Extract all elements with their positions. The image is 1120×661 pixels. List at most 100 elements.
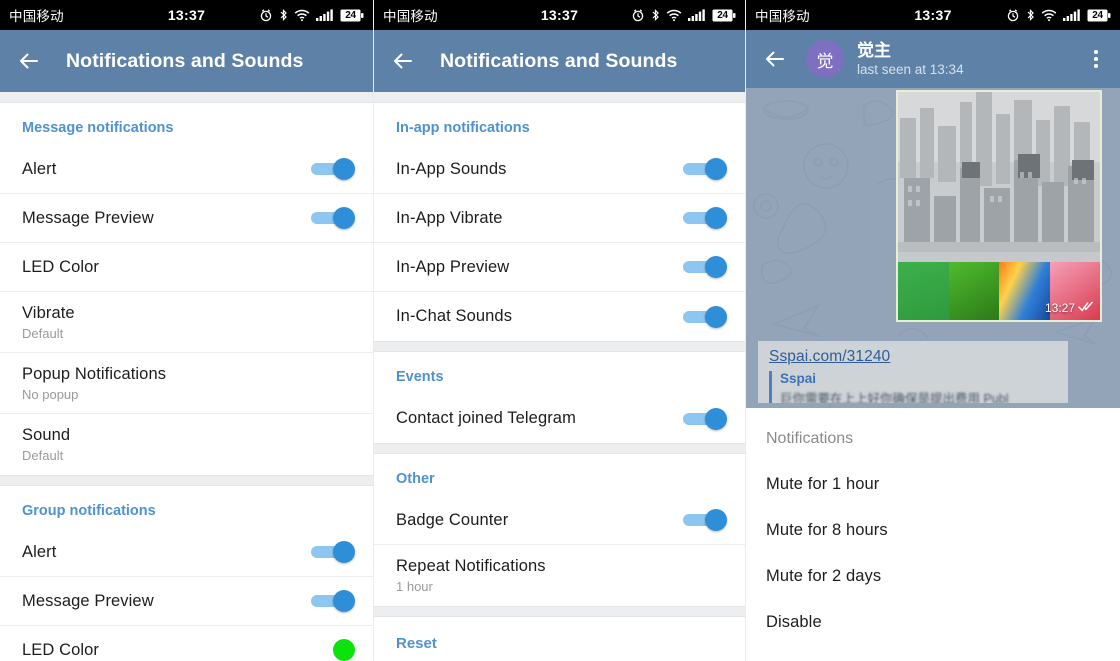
row-label: Message Preview (22, 591, 154, 610)
row-in-app-vibrate[interactable]: In-App Vibrate (374, 194, 745, 243)
back-arrow-icon[interactable] (760, 44, 790, 74)
toggle-contact-joined[interactable] (683, 407, 727, 430)
section-header-events: Events (396, 369, 444, 385)
panel-notifications-settings-1: 中国移动 13:37 24 Notifications and Sounds M (0, 0, 373, 661)
chat-message-area: 13:27 Sspai.com/31240 Sspai 巨你需要在上上好你确保是… (746, 88, 1120, 408)
battery-level: 24 (717, 9, 728, 21)
settings-list-2: In-app notifications In-App Sounds In-Ap… (374, 92, 745, 652)
alarm-icon (259, 8, 273, 22)
row-label: In-App Preview (396, 257, 510, 276)
toggle-in-chat-sounds[interactable] (683, 305, 727, 328)
battery-icon: 24 (712, 9, 736, 22)
section-header-group-notifications: Group notifications (22, 503, 156, 519)
menu-item-disable[interactable]: Disable (766, 586, 1100, 632)
row-label: LED Color (22, 257, 100, 276)
chat-status: last seen at 13:34 (857, 61, 964, 77)
status-icons: 24 (1006, 8, 1111, 22)
menu-item-mute-1-hour[interactable]: Mute for 1 hour (766, 448, 1100, 494)
row-in-app-sounds[interactable]: In-App Sounds (374, 145, 745, 194)
page-title: Notifications and Sounds (66, 49, 304, 72)
status-icons: 24 (631, 8, 736, 22)
alarm-icon (1006, 8, 1020, 22)
page-title: Notifications and Sounds (440, 49, 678, 72)
row-sound[interactable]: Sound Default (0, 414, 373, 475)
menu-item-mute-8-hours[interactable]: Mute for 8 hours (766, 494, 1100, 540)
list-gap (374, 341, 745, 352)
row-badge-counter[interactable]: Badge Counter (374, 496, 745, 545)
row-value: Default (22, 448, 64, 463)
chat-header-titles[interactable]: 觉主 last seen at 13:34 (857, 41, 964, 78)
back-arrow-icon[interactable] (14, 46, 44, 76)
row-in-app-preview[interactable]: In-App Preview (374, 243, 745, 292)
carrier-label: 中国移动 (9, 9, 64, 24)
toggle-in-app-sounds[interactable] (683, 158, 727, 180)
app-bar-1: Notifications and Sounds (0, 30, 373, 92)
link-preview-body: Sspai 巨你需要在上上好你确保是提出费用 Publ (769, 371, 1058, 403)
row-group-alert[interactable]: Alert (0, 528, 373, 577)
menu-item-mute-2-days[interactable]: Mute for 2 days (766, 540, 1100, 586)
panel-chat-with-mute-menu: 中国移动 13:37 24 觉 觉主 last seen at 13:34 13… (746, 0, 1120, 661)
status-icons: 24 (259, 8, 364, 22)
list-gap (374, 443, 745, 454)
toggle-in-app-vibrate[interactable] (683, 207, 727, 229)
list-gap (0, 92, 373, 103)
row-label: Alert (22, 159, 57, 178)
sheet-title: Notifications (766, 430, 854, 447)
toggle-in-app-preview[interactable] (683, 256, 727, 278)
row-group-led-color[interactable]: LED Color (0, 626, 373, 661)
toggle-badge-counter[interactable] (683, 509, 727, 531)
avatar[interactable]: 觉 (806, 40, 844, 78)
panel-notifications-settings-2: 中国移动 13:37 24 Notifications and Sounds I (373, 0, 746, 661)
link-preview-bubble[interactable]: Sspai.com/31240 Sspai 巨你需要在上上好你确保是提出费用 P… (758, 341, 1068, 403)
toggle-message-preview[interactable] (311, 207, 355, 229)
bluetooth-icon (1026, 8, 1035, 22)
section-header-other: Other (396, 471, 435, 487)
row-contact-joined-telegram[interactable]: Contact joined Telegram (374, 394, 745, 443)
overflow-menu-icon[interactable] (1086, 44, 1110, 74)
signal-icon (1063, 8, 1081, 22)
link-description: 巨你需要在上上好你确保是提出费用 Publ (780, 392, 1009, 403)
toggle-group-message-preview[interactable] (311, 590, 355, 612)
row-group-message-preview[interactable]: Message Preview (0, 577, 373, 626)
row-message-preview[interactable]: Message Preview (0, 194, 373, 243)
settings-list-1: Message notifications Alert Message Prev… (0, 92, 373, 661)
toggle-group-alert[interactable] (311, 541, 355, 563)
section-header-message-notifications: Message notifications (22, 120, 174, 136)
row-alert[interactable]: Alert (0, 145, 373, 194)
led-color-swatch[interactable] (333, 639, 355, 661)
battery-level: 24 (345, 9, 356, 21)
list-gap (374, 92, 745, 103)
signal-icon (688, 8, 706, 22)
row-popup-notifications[interactable]: Popup Notifications No popup (0, 353, 373, 414)
row-label: Badge Counter (396, 510, 509, 529)
row-label: Message Preview (22, 208, 154, 227)
carrier-label: 中国移动 (755, 9, 810, 24)
message-meta: 13:27 (1045, 301, 1094, 315)
photo-message-bubble[interactable]: 13:27 (896, 90, 1102, 322)
row-label: In-App Sounds (396, 159, 507, 178)
back-arrow-icon[interactable] (388, 46, 418, 76)
row-value: 1 hour (396, 579, 433, 594)
row-in-chat-sounds[interactable]: In-Chat Sounds (374, 292, 745, 341)
carrier-label: 中国移动 (383, 9, 438, 24)
row-led-color[interactable]: LED Color (0, 243, 373, 292)
thumb-green-1 (898, 262, 949, 320)
section-header-in-app-notifications: In-app notifications (396, 120, 530, 136)
row-label: Alert (22, 542, 57, 561)
row-label: In-Chat Sounds (396, 307, 513, 325)
row-value: No popup (22, 386, 79, 402)
list-gap (0, 475, 373, 486)
app-bar-2: Notifications and Sounds (374, 30, 745, 92)
row-label: Vibrate (22, 303, 75, 322)
toggle-alert[interactable] (311, 158, 355, 180)
row-repeat-notifications[interactable]: Repeat Notifications 1 hour (374, 545, 745, 606)
link-url[interactable]: Sspai.com/31240 (769, 348, 1058, 366)
link-site-title: Sspai (780, 371, 817, 386)
chat-name: 觉主 (857, 40, 891, 60)
row-vibrate[interactable]: Vibrate Default (0, 292, 373, 353)
reset-button[interactable]: Reset (374, 617, 745, 652)
status-bar: 中国移动 13:37 24 (0, 0, 373, 30)
thumb-green-2 (948, 262, 999, 320)
bluetooth-icon (279, 8, 288, 22)
notifications-mute-sheet: Notifications Mute for 1 hour Mute for 8… (746, 408, 1120, 654)
